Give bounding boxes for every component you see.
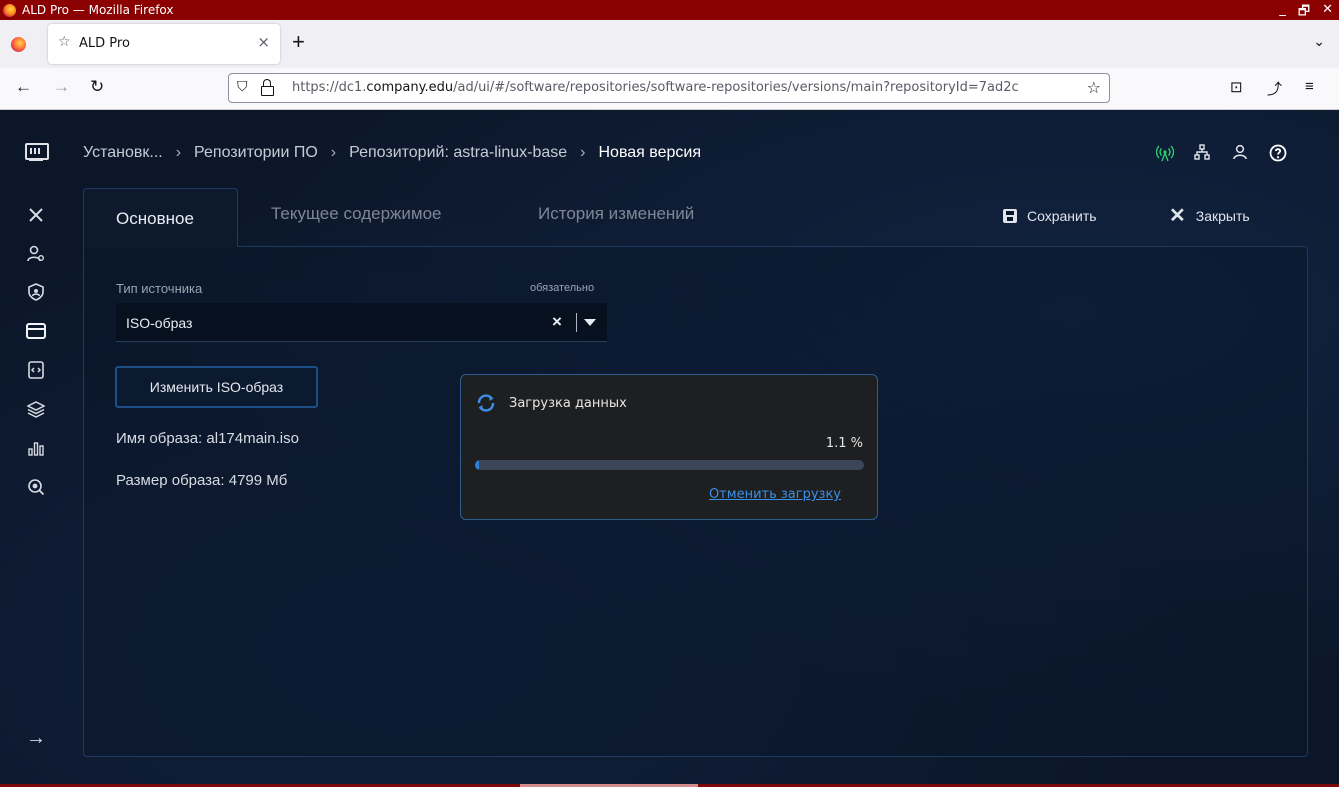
breadcrumb-item[interactable]: Репозиторий: astra-linux-base bbox=[349, 144, 567, 162]
change-iso-button[interactable]: Изменить ISO-образ bbox=[115, 366, 318, 408]
shield-icon[interactable] bbox=[25, 283, 47, 305]
breadcrumb-item[interactable]: Репозитории ПО bbox=[194, 144, 318, 162]
tab-close-button[interactable]: × bbox=[257, 33, 270, 51]
app-menu-icon[interactable]: ≡ bbox=[1305, 78, 1314, 95]
bookmark-star-icon[interactable]: ☆ bbox=[1087, 78, 1101, 97]
layers-icon[interactable] bbox=[25, 400, 47, 422]
topology-icon[interactable] bbox=[1194, 144, 1210, 165]
tracking-shield-icon[interactable]: ⛉ bbox=[237, 79, 248, 95]
new-tab-button[interactable]: + bbox=[292, 30, 305, 54]
source-type-value: ISO-образ bbox=[126, 315, 193, 331]
breadcrumb: Установк... › Репозитории ПО › Репозитор… bbox=[83, 144, 701, 162]
url-bar[interactable]: ⛉ https://dc1.company.edu/ad/ui/#/softwa… bbox=[228, 73, 1110, 103]
lock-icon[interactable] bbox=[261, 79, 274, 96]
tab-change-history[interactable]: История изменений bbox=[538, 204, 694, 224]
url-text[interactable]: https://dc1.company.edu/ad/ui/#/software… bbox=[292, 80, 1080, 95]
tools-icon[interactable] bbox=[25, 206, 47, 228]
save-button-label: Сохранить bbox=[1027, 208, 1097, 224]
browser-tab-strip: ☆ ALD Pro × + ⌄ bbox=[0, 20, 1339, 68]
forward-button[interactable]: → bbox=[53, 77, 70, 97]
loading-title: Загрузка данных bbox=[509, 396, 627, 411]
browser-tab[interactable]: ☆ ALD Pro × bbox=[48, 24, 280, 64]
source-type-label: Тип источника bbox=[116, 281, 203, 296]
tab-main[interactable]: Основное bbox=[83, 188, 238, 247]
breadcrumb-separator: › bbox=[580, 144, 586, 161]
select-divider bbox=[576, 313, 577, 332]
close-icon: ✕ bbox=[1169, 205, 1186, 227]
tab-list-button[interactable]: ⌄ bbox=[1313, 33, 1325, 50]
progress-bar bbox=[475, 460, 864, 470]
refresh-spinner-icon bbox=[477, 394, 495, 412]
chevron-down-icon[interactable] bbox=[584, 319, 596, 326]
breadcrumb-separator: › bbox=[175, 144, 182, 161]
progress-percent: 1.1 % bbox=[825, 436, 863, 451]
save-button[interactable]: Сохранить bbox=[1003, 208, 1097, 224]
pocket-icon[interactable]: ⊡ bbox=[1230, 78, 1243, 96]
tab-title: ALD Pro bbox=[79, 36, 130, 51]
required-label: обязательно bbox=[530, 282, 595, 294]
firefox-view-icon[interactable] bbox=[11, 37, 26, 52]
image-name-text: Имя образа: al174main.iso bbox=[116, 430, 299, 447]
loading-dialog: Загрузка данных 1.1 % Отменить загрузку bbox=[460, 374, 878, 520]
url-path: /ad/ui/#/software/repositories/software-… bbox=[453, 80, 1019, 95]
ald-pro-app: → Установк... › Репозитории ПО › Репозит… bbox=[0, 110, 1339, 784]
url-prefix: https://dc1. bbox=[292, 80, 367, 95]
save-icon bbox=[1003, 209, 1017, 223]
url-host: company.edu bbox=[366, 80, 454, 95]
close-button[interactable]: ✕ Закрыть bbox=[1169, 205, 1250, 227]
tab-favicon-star-icon: ☆ bbox=[58, 34, 71, 50]
bar-chart-icon[interactable] bbox=[25, 439, 47, 461]
tab-current-contents[interactable]: Текущее содержимое bbox=[271, 204, 442, 224]
cancel-download-link[interactable]: Отменить загрузку bbox=[709, 487, 841, 502]
image-size-text: Размер образа: 4799 Мб bbox=[116, 472, 288, 489]
help-icon[interactable] bbox=[1269, 144, 1287, 167]
logo-icon[interactable] bbox=[24, 143, 49, 163]
close-button-label: Закрыть bbox=[1195, 208, 1250, 224]
clear-selection-icon[interactable]: × bbox=[552, 312, 562, 332]
window-title: ALD Pro — Mozilla Firefox bbox=[22, 3, 174, 17]
browser-navbar: ← → ↻ ⛉ https://dc1.company.edu/ad/ui/#/… bbox=[0, 68, 1339, 110]
code-file-icon[interactable] bbox=[25, 361, 47, 383]
window-icon[interactable] bbox=[25, 322, 47, 344]
search-zoom-icon[interactable] bbox=[25, 478, 47, 500]
progress-bar-fill bbox=[475, 460, 480, 470]
reload-button[interactable]: ↻ bbox=[90, 77, 104, 97]
breadcrumb-current: Новая версия bbox=[598, 144, 702, 161]
back-button[interactable]: ← bbox=[15, 77, 32, 97]
active-tab-joint bbox=[84, 245, 237, 248]
breadcrumb-item[interactable]: Установк... bbox=[83, 144, 163, 162]
left-navigation-rail: → bbox=[0, 110, 70, 784]
users-settings-icon[interactable] bbox=[25, 245, 47, 267]
source-type-select[interactable]: ISO-образ × bbox=[116, 303, 607, 342]
user-icon[interactable] bbox=[1232, 144, 1248, 165]
firefox-icon bbox=[3, 3, 16, 17]
expand-arrow-icon[interactable]: → bbox=[25, 727, 47, 749]
network-status-icon[interactable] bbox=[1155, 144, 1175, 167]
breadcrumb-separator: › bbox=[330, 144, 337, 161]
extensions-icon[interactable]: ⤴ bbox=[1267, 78, 1282, 99]
os-window-titlebar: ALD Pro — Mozilla Firefox _ 🗗 ✕ bbox=[0, 0, 1339, 20]
